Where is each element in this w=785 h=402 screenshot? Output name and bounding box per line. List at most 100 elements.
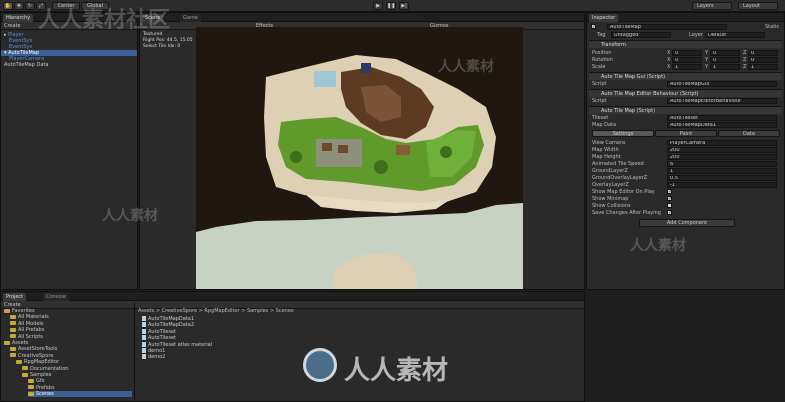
layer-dropdown[interactable]: Default	[705, 32, 765, 38]
project-tabbar: Project Console	[1, 292, 584, 301]
project-tree-item[interactable]: RpgMapEditor	[16, 359, 59, 365]
tree-cluster	[440, 146, 452, 158]
project-tree-item[interactable]: All Scripts	[10, 334, 43, 340]
pause-button-icon[interactable]: ❚❚	[386, 2, 396, 10]
scale-y-field[interactable]: 1	[710, 64, 740, 70]
project-tree-label: Favorites	[12, 308, 35, 314]
axis-z-label: Z	[743, 50, 747, 56]
object-name-field[interactable]: AutoTileMap	[607, 24, 727, 30]
project-tree-label: Samples	[30, 372, 52, 378]
project-file-item[interactable]: AutoTileMapData1	[142, 316, 194, 322]
tab-settings[interactable]: Settings	[592, 130, 654, 137]
project-breadcrumb[interactable]: Assets > CreativeSpore > RpgMapEditor > …	[138, 308, 294, 314]
map-height-field[interactable]: 200	[667, 154, 777, 160]
house-roof	[396, 145, 410, 155]
position-y-field[interactable]: 0	[710, 50, 740, 56]
show-minimap-checkbox[interactable]: ✓	[667, 196, 672, 202]
active-checkbox[interactable]: ✓	[591, 24, 596, 30]
axis-x-label: X	[667, 57, 671, 63]
scale-label: Scale	[592, 64, 606, 70]
layout-dropdown[interactable]: Layout	[738, 2, 778, 10]
project-file-item[interactable]: demo1	[142, 348, 165, 354]
save-changes-checkbox[interactable]: ✓	[667, 210, 672, 216]
show-collisions-checkbox[interactable]	[667, 203, 672, 208]
tab-console[interactable]: Console	[43, 293, 69, 301]
field-label: Animated Tile Speed	[592, 161, 644, 167]
editor-script-label: Script	[592, 98, 607, 104]
gui-script-header[interactable]: Auto Tile Map Gui (Script)	[589, 72, 782, 80]
tab-data[interactable]: Data	[718, 130, 780, 137]
position-x-field[interactable]: 0	[672, 50, 702, 56]
position-z-field[interactable]: 0	[748, 50, 778, 56]
project-file-item[interactable]: AutoTileset atlas material	[142, 341, 212, 348]
project-tree-item[interactable]: Documentation	[22, 366, 69, 372]
project-file-label: AutoTileMapData1	[148, 316, 195, 322]
tab-game[interactable]: Game	[180, 14, 201, 22]
editor-script-title: Auto Tile Map Editor Behaviour (Script)	[601, 91, 699, 97]
static-toggle[interactable]: Static	[765, 24, 779, 30]
project-tree-item[interactable]: Samples	[22, 372, 51, 378]
view-camera-field[interactable]: PlayerCamera	[667, 140, 777, 146]
project-tree-item[interactable]: Favorites	[4, 308, 35, 314]
project-tree-item[interactable]: Prefabs	[28, 385, 55, 391]
map-script-header[interactable]: Auto Tile Map (Script)	[589, 106, 782, 114]
project-file-item[interactable]: AutoTileset	[142, 335, 176, 341]
project-tree-item[interactable]: Gfx	[28, 378, 45, 384]
tab-project[interactable]: Project	[3, 293, 27, 301]
move-tool-icon[interactable]: ✥	[14, 2, 24, 10]
gui-script-field[interactable]: AutoTileMapGui	[667, 81, 777, 87]
ground-overlay-z-field[interactable]: 0.5	[667, 175, 777, 181]
hierarchy-item-autotilemap-data[interactable]: AutoTileMap Data	[4, 62, 48, 68]
scale-x-field[interactable]: 1	[672, 64, 702, 70]
project-tree-label: All Models	[18, 320, 44, 327]
project-file-item[interactable]: AutoTileset	[142, 328, 177, 335]
project-file-label: AutoTileset	[148, 328, 177, 335]
tab-hierarchy[interactable]: Hierarchy	[3, 14, 34, 22]
file-icon	[142, 348, 146, 353]
anim-speed-field[interactable]: 6	[667, 161, 777, 167]
hand-tool-icon[interactable]: ✋	[3, 2, 13, 10]
play-button-icon[interactable]: ▶	[373, 2, 383, 10]
position-label: Position	[592, 50, 612, 56]
project-tree-item[interactable]: Scenes	[28, 391, 132, 398]
map-width-field[interactable]: 200	[667, 147, 777, 153]
tree-cluster	[374, 160, 388, 174]
watermark-text: 人人素材	[344, 356, 449, 386]
tab-paint[interactable]: Paint	[655, 130, 717, 137]
hierarchy-create-button[interactable]: Create	[4, 23, 21, 29]
project-tree-item[interactable]: AssetStoreTools	[10, 346, 57, 352]
tileset-field[interactable]: AutoTileset	[667, 115, 777, 121]
folder-icon	[10, 321, 16, 326]
layers-dropdown[interactable]: Layers	[692, 2, 732, 10]
editor-script-header[interactable]: Auto Tile Map Editor Behaviour (Script)	[589, 89, 782, 97]
project-tree-item[interactable]: All Prefabs	[10, 327, 44, 333]
tab-inspector[interactable]: Inspector	[589, 14, 619, 22]
ground-z-field[interactable]: 1	[667, 168, 777, 174]
rotation-x-field[interactable]: 0	[672, 57, 702, 63]
project-file-item[interactable]: AutoTileMapData2	[142, 322, 194, 328]
project-tree-item[interactable]: CreativeSpore	[10, 353, 53, 359]
project-file-item[interactable]: demo2	[142, 354, 165, 360]
folder-icon	[22, 366, 28, 371]
editor-script-field[interactable]: AutoTileMapEditorBehaviour	[667, 98, 777, 104]
project-tree-item[interactable]: Assets	[4, 340, 28, 346]
rotate-tool-icon[interactable]: ↻	[25, 2, 35, 10]
rotation-z-field[interactable]: 0	[748, 57, 778, 63]
tag-dropdown[interactable]: Untagged	[611, 32, 671, 38]
scale-z-field[interactable]: 1	[748, 64, 778, 70]
show-editor-checkbox[interactable]: ✓	[667, 189, 672, 195]
overlay-z-field[interactable]: -1	[667, 182, 777, 188]
add-component-button[interactable]: Add Component	[639, 219, 735, 227]
check-label: Save Changes After Playing	[592, 210, 661, 216]
file-icon	[142, 328, 146, 334]
project-tree-item[interactable]: All Models	[10, 321, 43, 327]
rotation-y-field[interactable]: 0	[710, 57, 740, 63]
folder-icon	[16, 359, 22, 364]
tileset-label: Tileset	[592, 115, 609, 121]
step-button-icon[interactable]: ▶|	[399, 2, 409, 10]
mapdata-field[interactable]: AutoTileMapData1	[667, 122, 777, 128]
project-file-label: AutoTileset	[148, 335, 177, 342]
project-panel: Project Console Create Assets > Creative…	[0, 291, 585, 402]
transform-header[interactable]: Transform	[589, 40, 782, 48]
project-tree-item[interactable]: All Materials	[10, 314, 49, 320]
